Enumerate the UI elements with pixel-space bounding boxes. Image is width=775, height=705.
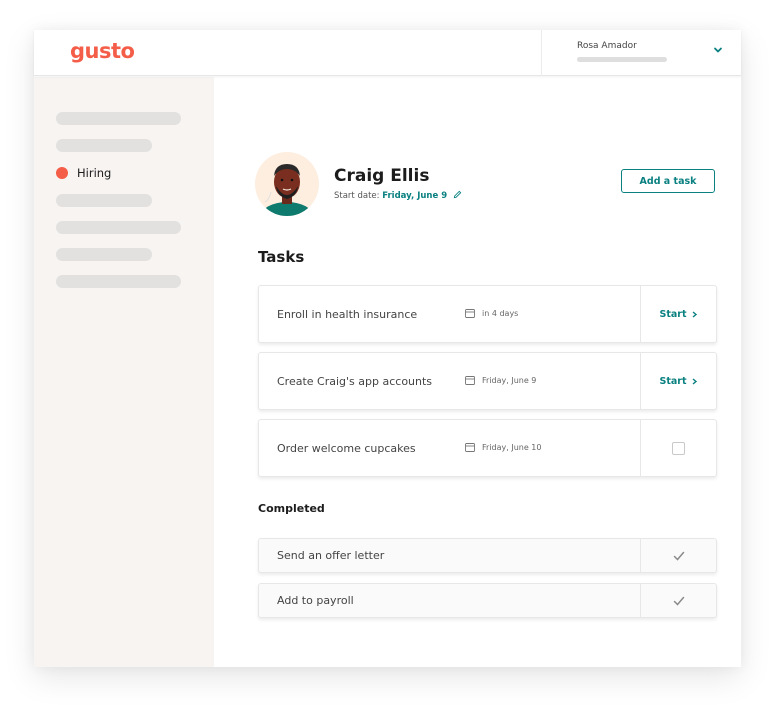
employee-illustration-icon xyxy=(261,164,313,216)
completed-row: Send an offer letter xyxy=(258,538,717,573)
task-due: Friday, June 10 xyxy=(465,442,541,452)
chevron-right-icon xyxy=(692,377,697,385)
pencil-icon[interactable] xyxy=(453,190,462,199)
account-name: Rosa Amador xyxy=(577,41,637,51)
task-due-text: in 4 days xyxy=(482,308,519,318)
completed-status-cell xyxy=(640,539,716,572)
account-menu[interactable]: Rosa Amador xyxy=(541,30,741,76)
gusto-logo[interactable]: gusto xyxy=(70,39,135,63)
sidebar-item-placeholder[interactable] xyxy=(56,248,152,261)
start-date-row: Start date: Friday, June 9 xyxy=(334,190,462,201)
task-label: Create Craig's app accounts xyxy=(277,375,433,388)
sidebar-item-placeholder[interactable] xyxy=(56,139,152,152)
start-label: Start xyxy=(659,375,687,387)
sidebar-item-hiring[interactable]: Hiring xyxy=(56,166,111,180)
task-row: Create Craig's app accounts Friday, June… xyxy=(258,352,717,410)
employee-name: Craig Ellis xyxy=(334,166,430,186)
task-due: in 4 days xyxy=(465,308,518,318)
app-window: gusto Rosa Amador Hiring Craig Ellis Sta… xyxy=(34,30,741,667)
chevron-down-icon[interactable] xyxy=(712,44,724,56)
active-dot-icon xyxy=(56,167,68,179)
calendar-icon xyxy=(465,309,475,318)
start-date-label: Start date: xyxy=(334,191,380,201)
start-task-button[interactable]: Start xyxy=(640,286,716,342)
start-date-value[interactable]: Friday, June 9 xyxy=(382,191,447,201)
avatar xyxy=(255,152,319,216)
task-checkbox[interactable] xyxy=(672,441,685,455)
task-label: Order welcome cupcakes xyxy=(277,442,416,455)
add-task-button[interactable]: Add a task xyxy=(621,169,715,193)
sidebar-item-placeholder[interactable] xyxy=(56,112,181,125)
start-task-button[interactable]: Start xyxy=(640,353,716,409)
main-content: Craig Ellis Start date: Friday, June 9 A… xyxy=(214,77,741,667)
task-due: Friday, June 9 xyxy=(465,375,536,385)
task-row: Enroll in health insurance in 4 days Sta… xyxy=(258,285,717,343)
checkmark-icon xyxy=(673,551,684,561)
sidebar-item-placeholder[interactable] xyxy=(56,221,181,234)
completed-heading: Completed xyxy=(258,502,325,515)
task-row: Order welcome cupcakes Friday, June 10 xyxy=(258,419,717,477)
start-label: Start xyxy=(659,308,687,320)
sidebar-item-placeholder[interactable] xyxy=(56,194,152,207)
checkmark-icon xyxy=(673,596,684,606)
account-subtitle-placeholder xyxy=(577,57,667,62)
tasks-heading: Tasks xyxy=(258,248,305,266)
sidebar: Hiring xyxy=(34,77,214,667)
calendar-icon xyxy=(465,443,475,452)
task-due-text: Friday, June 9 xyxy=(482,375,537,385)
completed-status-cell xyxy=(640,584,716,617)
task-label: Enroll in health insurance xyxy=(277,308,418,321)
completed-row: Add to payroll xyxy=(258,583,717,618)
task-checkbox-cell xyxy=(640,420,716,476)
sidebar-item-label: Hiring xyxy=(77,166,112,180)
completed-label: Send an offer letter xyxy=(277,549,385,562)
chevron-right-icon xyxy=(692,310,697,318)
task-due-text: Friday, June 10 xyxy=(482,442,542,452)
completed-label: Add to payroll xyxy=(277,594,354,607)
calendar-icon xyxy=(465,376,475,385)
top-bar: gusto Rosa Amador xyxy=(34,30,741,76)
sidebar-item-placeholder[interactable] xyxy=(56,275,181,288)
